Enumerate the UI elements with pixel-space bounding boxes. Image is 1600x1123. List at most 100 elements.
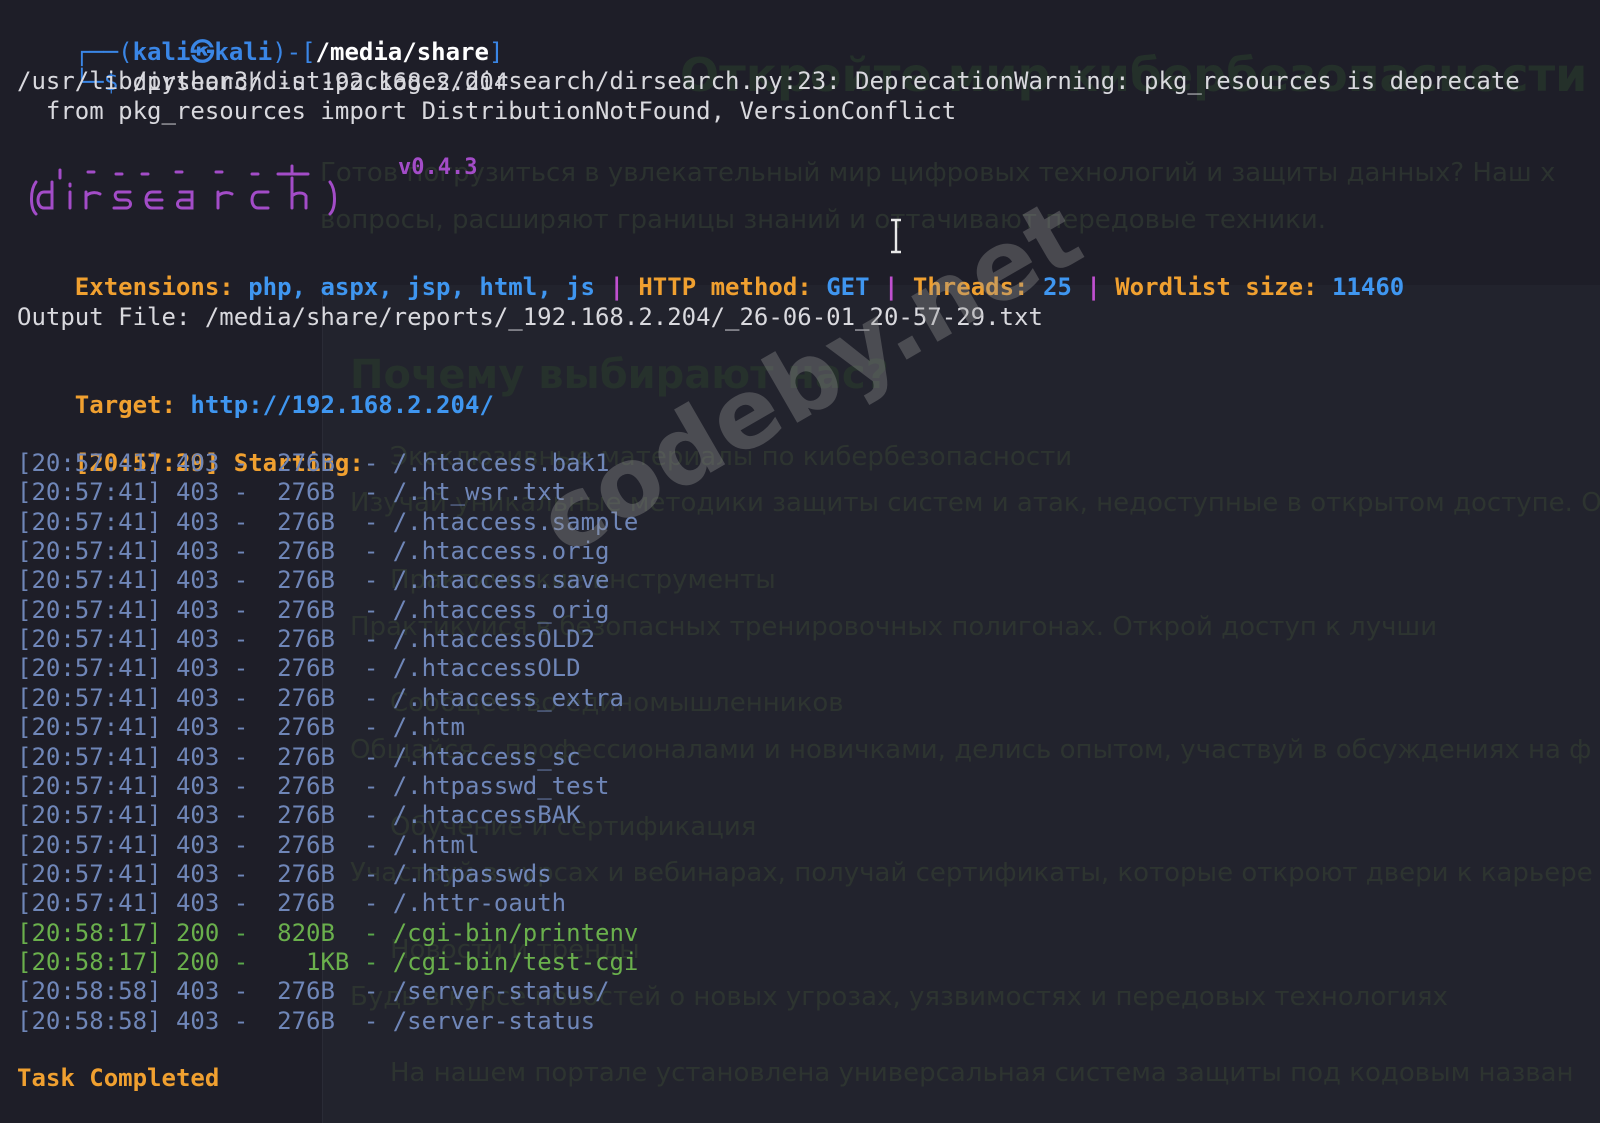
result-timestamp: [20:57:41] bbox=[17, 449, 162, 477]
result-timestamp: [20:58:58] bbox=[17, 1006, 162, 1035]
result-status-code: 200 bbox=[175, 947, 220, 976]
starting-line: [20:57:29] Starting: bbox=[17, 418, 364, 477]
result-status-code: 403 bbox=[175, 654, 220, 683]
wordlist-size-label: Wordlist size: bbox=[1115, 273, 1318, 301]
dirsearch-version: v0.4.3 bbox=[398, 155, 478, 180]
result-row: [20:57:41] 403 - 276B - /.htaccess_orig bbox=[17, 595, 610, 624]
result-row: [20:57:41] 403 - 276B - /.html bbox=[17, 830, 480, 859]
result-status-code: 403 bbox=[175, 507, 220, 536]
result-status-code: 403 bbox=[175, 830, 220, 859]
result-timestamp: [20:58:17] bbox=[17, 947, 162, 976]
result-status-code: 200 bbox=[175, 918, 220, 947]
result-path[interactable]: /.htpasswds bbox=[393, 860, 552, 888]
result-path[interactable]: /.htaccess_extra bbox=[393, 684, 624, 712]
result-row: [20:57:41] 403 - 276B - /.htaccessOLD2 bbox=[17, 625, 596, 654]
result-row: [20:57:41] 403 - 276B - /.htaccess_sc bbox=[17, 742, 581, 771]
result-status-code: 403 bbox=[175, 889, 220, 918]
result-size: 276B bbox=[262, 859, 350, 888]
result-status-code: 403 bbox=[175, 625, 220, 654]
result-timestamp: [20:58:58] bbox=[17, 977, 162, 1006]
result-path[interactable]: /cgi-bin/printenv bbox=[393, 919, 639, 947]
result-path[interactable]: /.htaccess_orig bbox=[393, 596, 610, 624]
result-row: [20:58:17] 200 - 1KB - /cgi-bin/test-cgi bbox=[17, 947, 639, 976]
result-size: 276B bbox=[262, 625, 350, 654]
target-url[interactable]: http://192.168.2.204/ bbox=[190, 391, 493, 419]
result-row: [20:57:41] 403 - 276B - /.htaccess.orig bbox=[17, 537, 610, 566]
result-row: [20:57:41] 403 - 276B - /.htm bbox=[17, 713, 465, 742]
result-status-code: 403 bbox=[175, 801, 220, 830]
result-row: [20:58:58] 403 - 276B - /server-status bbox=[17, 1006, 596, 1035]
result-row: [20:57:41] 403 - 276B - /.ht_wsr.txt bbox=[17, 478, 567, 507]
result-row: [20:57:41] 403 - 276B - /.htaccess_extra bbox=[17, 683, 624, 712]
result-path[interactable]: /.html bbox=[393, 831, 480, 859]
prompt-command-line: └─$ dirsearch -u 192.168.2.204 bbox=[17, 37, 509, 96]
result-status-code: 403 bbox=[175, 478, 220, 507]
result-timestamp: [20:57:41] bbox=[17, 566, 162, 595]
result-size: 820B bbox=[262, 918, 350, 947]
http-method-label: HTTP method: bbox=[638, 273, 812, 301]
terminal-window[interactable]: ┌──(kali㉿kali)-[/media/share] └─$ dirsea… bbox=[0, 0, 1600, 1123]
warning-line-1: /usr/lib/python3/dist-packages/dirsearch… bbox=[17, 67, 1520, 95]
warning-line-2: from pkg_resources import DistributionNo… bbox=[17, 97, 957, 125]
result-size: 276B bbox=[262, 713, 350, 742]
result-row: [20:57:41] 403 - 276B - /.htaccess.save bbox=[17, 566, 610, 595]
result-path[interactable]: /server-status/ bbox=[393, 977, 610, 1005]
extensions-label: Extensions: bbox=[74, 273, 234, 301]
result-status-code: 403 bbox=[175, 713, 220, 742]
result-timestamp: [20:58:17] bbox=[17, 918, 162, 947]
config-separator-1: | bbox=[609, 273, 624, 301]
result-size: 1KB bbox=[262, 947, 350, 976]
result-status-code: 403 bbox=[175, 595, 220, 624]
text-cursor-icon bbox=[891, 218, 901, 254]
result-size: 276B bbox=[262, 742, 350, 771]
result-path[interactable]: /.httr-oauth bbox=[393, 889, 566, 917]
result-timestamp: [20:57:41] bbox=[17, 742, 162, 771]
target-label: Target: bbox=[74, 391, 176, 419]
result-timestamp: [20:57:41] bbox=[17, 859, 162, 888]
result-timestamp: [20:57:41] bbox=[17, 771, 162, 800]
result-timestamp: [20:57:41] bbox=[17, 889, 162, 918]
result-path[interactable]: /.htaccessBAK bbox=[393, 801, 581, 829]
result-size: 276B bbox=[262, 478, 350, 507]
prompt-header: ┌──(kali㉿kali)-[/media/share] bbox=[17, 7, 504, 66]
result-size: 276B bbox=[262, 683, 350, 712]
result-row: [20:58:17] 200 - 820B - /cgi-bin/printen… bbox=[17, 918, 639, 947]
result-size: 276B bbox=[262, 801, 350, 830]
result-size: 276B bbox=[262, 889, 350, 918]
result-timestamp: [20:57:41] bbox=[17, 830, 162, 859]
result-timestamp: [20:57:41] bbox=[17, 713, 162, 742]
dirsearch-ascii-logo bbox=[30, 164, 336, 216]
scan-config-line: Extensions: php, aspx, jsp, html, js | H… bbox=[17, 242, 1404, 301]
result-status-code: 403 bbox=[175, 1006, 220, 1035]
result-status-code: 403 bbox=[175, 449, 220, 477]
result-row: [20:57:41] 403 - 276B - /.httr-oauth bbox=[17, 889, 567, 918]
extensions-value: php, aspx, jsp, html, js bbox=[248, 273, 595, 301]
result-path[interactable]: /.htaccessOLD2 bbox=[393, 625, 595, 653]
result-timestamp: [20:57:41] bbox=[17, 654, 162, 683]
result-path[interactable]: /cgi-bin/test-cgi bbox=[393, 948, 639, 976]
result-size: 276B bbox=[262, 566, 350, 595]
result-path[interactable]: /.htaccessOLD bbox=[393, 654, 581, 682]
result-size: 276B bbox=[262, 507, 350, 536]
wordlist-size-value: 11460 bbox=[1331, 273, 1405, 301]
result-size: 276B bbox=[262, 449, 350, 477]
result-timestamp: [20:57:41] bbox=[17, 683, 162, 712]
result-timestamp: [20:57:41] bbox=[17, 507, 162, 536]
result-path[interactable]: /server-status bbox=[393, 1007, 595, 1035]
result-timestamp: [20:57:41] bbox=[17, 478, 162, 507]
result-timestamp: [20:57:41] bbox=[17, 801, 162, 830]
result-path[interactable]: /.htpasswd_test bbox=[393, 772, 610, 800]
result-size: 276B bbox=[262, 830, 350, 859]
result-row: [20:57:41] 403 - 276B - /.htaccessOLD bbox=[17, 654, 581, 683]
result-size: 276B bbox=[262, 537, 350, 566]
result-size: 276B bbox=[262, 654, 350, 683]
result-path[interactable]: /.htm bbox=[393, 713, 465, 741]
result-path[interactable]: /.htaccess_sc bbox=[393, 743, 581, 771]
result-status-code: 403 bbox=[175, 742, 220, 771]
result-status-code: 403 bbox=[175, 977, 220, 1006]
result-row: [20:58:58] 403 - 276B - /server-status/ bbox=[17, 977, 610, 1006]
result-size: 276B bbox=[262, 595, 350, 624]
result-row: [20:57:41] 403 - 276B - /.htaccess.bak1 bbox=[17, 449, 610, 477]
target-line: Target: http://192.168.2.204/ bbox=[17, 360, 494, 419]
result-timestamp: [20:57:41] bbox=[17, 625, 162, 654]
